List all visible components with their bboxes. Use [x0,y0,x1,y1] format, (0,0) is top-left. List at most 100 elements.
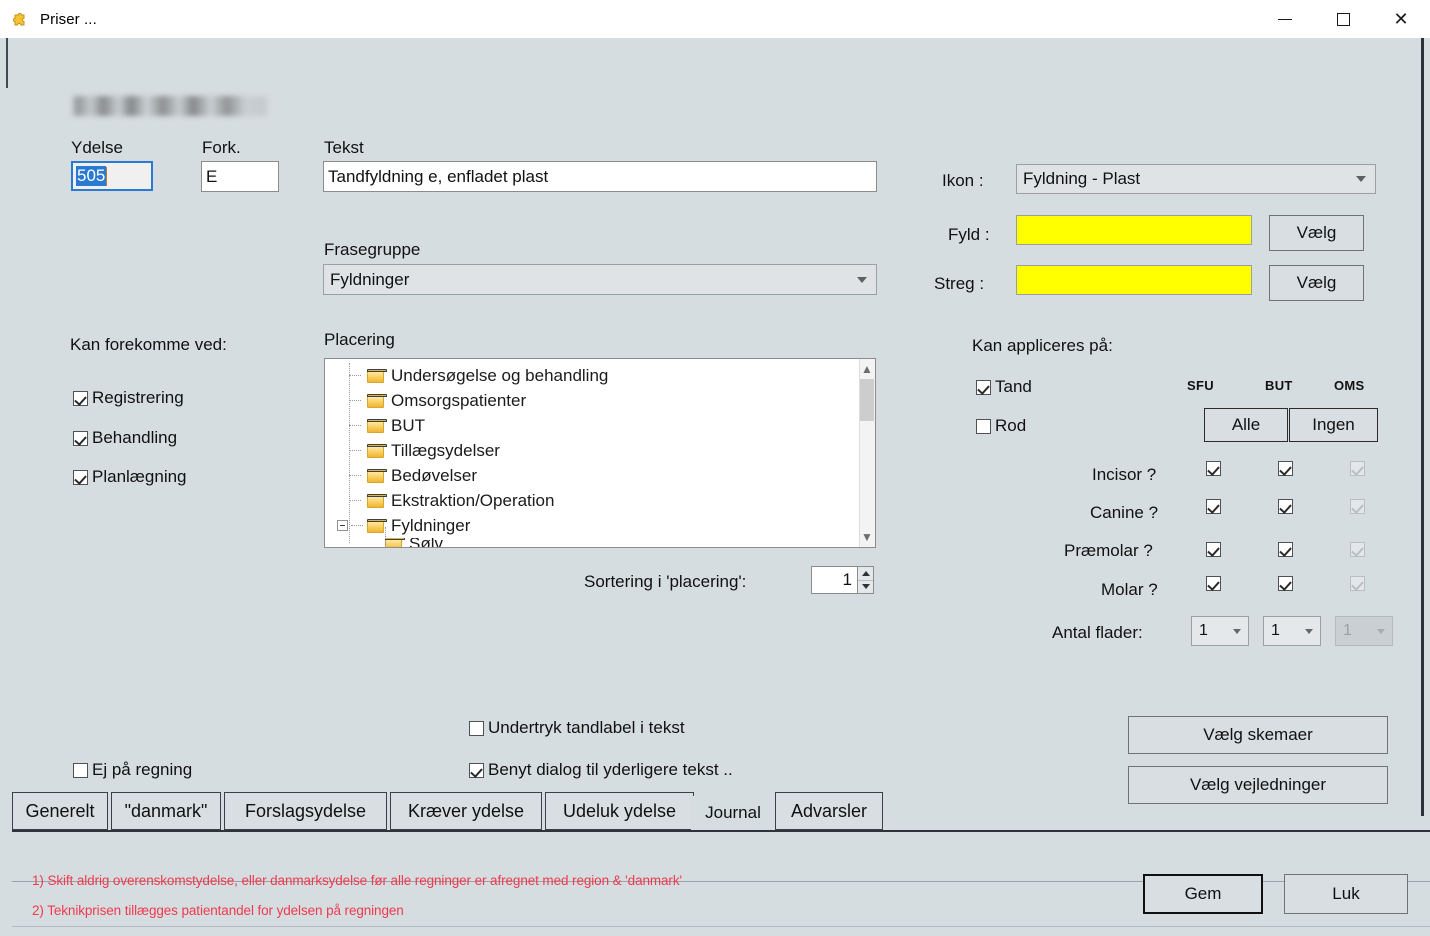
chevron-down-icon [857,276,867,283]
tree-node-fyldninger[interactable]: Fyldninger [337,513,470,538]
checkbox-ej-pa-regning[interactable]: Ej på regning [73,760,192,780]
fork-input[interactable]: E [201,161,279,192]
antal-flader-but-select[interactable]: 1 [1263,616,1321,646]
checkbox-label: Rod [995,416,1027,435]
fork-value: E [206,166,218,186]
tree-node[interactable]: Tillægsydelser [349,438,500,463]
tree-node-label: BUT [391,415,425,435]
folder-icon [367,368,387,383]
tree-hook [349,375,361,376]
antal-flader-but-value: 1 [1271,622,1280,639]
scroll-up-icon[interactable]: ▲ [861,361,873,377]
checkbox-box [73,390,88,406]
sortering-value[interactable]: 1 [811,566,857,594]
tree-hook [349,450,361,451]
checkbox-box [73,762,88,778]
tab-journal[interactable]: Journal [691,796,775,832]
tekst-input[interactable]: Tandfyldning e, enfladet plast [323,161,877,192]
window-edge-right [1421,38,1424,816]
streg-color-swatch[interactable] [1016,265,1252,295]
checkbox-molar-sfu[interactable] [1206,576,1221,591]
tree-collapse-icon[interactable] [337,520,348,531]
checkbox-canine-sfu[interactable] [1206,499,1221,514]
column-header-oms: OMS [1334,378,1365,393]
checkbox-label: Benyt dialog til yderligere tekst .. [488,760,733,779]
tab-advarsler[interactable]: Advarsler [775,792,883,830]
window-controls: ✕ [1256,0,1430,38]
tree-node-label: Omsorgspatienter [391,390,527,410]
window-title: Priser ... [40,10,97,28]
row-label-canine: Canine ? [1090,503,1159,522]
ydelse-label: Ydelse [71,138,123,157]
tab-forslagsydelse[interactable]: Forslagsydelse [224,792,387,830]
stepper-down-button[interactable] [858,579,873,594]
stepper-up-button[interactable] [858,567,873,580]
tekst-value: Tandfyldning e, enfladet plast [328,166,549,186]
placering-tree[interactable]: Undersøgelse og behandling Omsorgspatien… [324,358,876,548]
checkbox-incisor-sfu[interactable] [1206,461,1221,476]
vaelg-skemaer-button[interactable]: Vælg skemaer [1128,716,1388,754]
frasegruppe-select[interactable]: Fyldninger [323,264,877,295]
fyld-vaelg-button[interactable]: Vælg [1269,215,1364,251]
luk-button[interactable]: Luk [1284,874,1408,914]
sortering-stepper[interactable]: 1 [811,566,874,594]
minimize-button[interactable] [1256,0,1314,38]
tab-danmark[interactable]: "danmark" [111,792,221,830]
frasegruppe-value: Fyldninger [330,269,410,289]
close-button[interactable]: ✕ [1372,0,1430,38]
tab-generelt[interactable]: Generelt [12,792,108,830]
fyld-label: Fyld : [948,225,990,244]
checkbox-rod[interactable]: Rod [976,416,1026,436]
maximize-button[interactable] [1314,0,1372,38]
gem-button[interactable]: Gem [1143,874,1263,914]
stepper-buttons [857,566,874,594]
tab-udeluk-ydelse[interactable]: Udeluk ydelse [545,792,694,830]
ingen-button[interactable]: Ingen [1289,408,1378,442]
tree-hook [351,525,363,526]
tree-hook [349,400,361,401]
checkbox-tand[interactable]: Tand [976,377,1032,397]
checkbox-label: Ej på regning [92,760,193,779]
tree-node[interactable]: Undersøgelse og behandling [349,363,608,388]
tekst-label: Tekst [324,138,364,157]
checkbox-registrering[interactable]: Registrering [73,388,184,408]
row-label-molar: Molar ? [1101,580,1158,599]
tab-kraever-ydelse[interactable]: Kræver ydelse [390,792,542,830]
tree-node-label: Tillægsydelser [391,440,500,460]
checkbox-planlaegning[interactable]: Planlægning [73,467,187,487]
kan-appliceres-title: Kan appliceres på: [972,336,1113,355]
streg-vaelg-button[interactable]: Vælg [1269,265,1364,301]
window-edge-left [6,38,8,88]
tree-node-label: Sølv [409,538,443,548]
tree-node[interactable]: Omsorgspatienter [349,388,526,413]
checkbox-behandling[interactable]: Behandling [73,428,177,448]
antal-flader-sfu-value: 1 [1199,622,1208,639]
checkbox-canine-but[interactable] [1278,499,1293,514]
checkbox-praemolar-sfu[interactable] [1206,542,1221,557]
checkbox-molar-but[interactable] [1278,576,1293,591]
tab-strip: Generelt "danmark" Forslagsydelse Kræver… [12,786,1430,838]
checkbox-box [73,469,88,485]
application-window: Priser ... ✕ Ydelse 505 Fork. E Tekst Ta… [0,0,1430,936]
checkbox-praemolar-but[interactable] [1278,542,1293,557]
checkbox-label: Behandling [92,428,178,447]
warning-line-2: 2) Teknikprisen tillægges patientandel f… [32,903,404,918]
checkbox-benyt-dialog[interactable]: Benyt dialog til yderligere tekst .. [469,760,733,780]
tree-node[interactable]: BUT [349,413,425,438]
scroll-down-icon[interactable]: ▼ [861,529,873,545]
checkbox-undertryk-tandlabel[interactable]: Undertryk tandlabel i tekst [469,718,685,738]
checkbox-praemolar-oms [1350,542,1365,557]
fyld-color-swatch[interactable] [1016,215,1252,245]
ydelse-input[interactable]: 505 [71,161,153,191]
tree-node-label: Bedøvelser [391,465,477,485]
tree-node[interactable]: Bedøvelser [349,463,477,488]
scrollbar-thumb[interactable] [860,379,874,421]
tree-node-solv[interactable]: Sølv [385,538,443,548]
alle-button[interactable]: Alle [1204,408,1288,442]
checkbox-incisor-but[interactable] [1278,461,1293,476]
antal-flader-sfu-select[interactable]: 1 [1191,616,1249,646]
tree-scrollbar[interactable]: ▲ ▼ [859,359,875,547]
ikon-select[interactable]: Fyldning - Plast [1016,164,1376,194]
column-header-but: BUT [1265,378,1293,393]
tree-node[interactable]: Ekstraktion/Operation [349,488,554,513]
